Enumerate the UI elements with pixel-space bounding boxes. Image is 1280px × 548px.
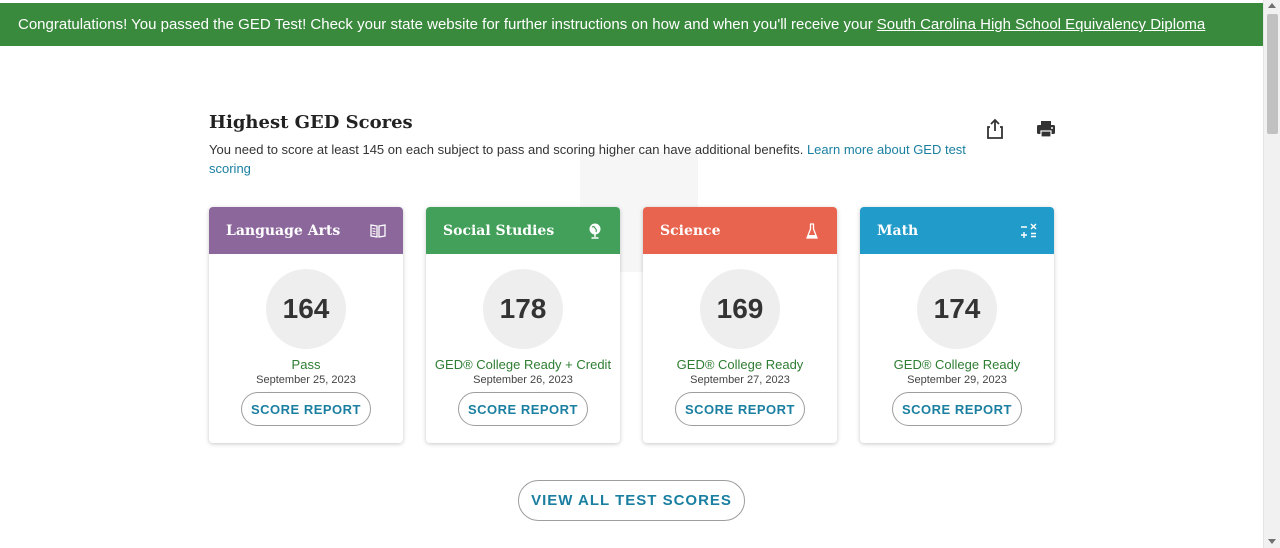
score-value: 164 (266, 269, 346, 349)
subject-title: Math (877, 222, 919, 239)
score-status: GED® College Ready (893, 357, 1021, 372)
test-date: September 27, 2023 (690, 374, 790, 386)
test-date: September 26, 2023 (473, 374, 573, 386)
section-title: Highest GED Scores (209, 112, 413, 133)
score-report-button[interactable]: SCORE REPORT (892, 392, 1022, 426)
score-report-button[interactable]: SCORE REPORT (458, 392, 588, 426)
card-header: Social Studies (426, 207, 620, 254)
score-card-social-studies: Social Studies 178 GED® College Ready + … (426, 207, 620, 443)
score-card-science: Science 169 GED® College Ready September… (643, 207, 837, 443)
section-description: You need to score at least 145 on each s… (209, 140, 999, 178)
score-status: Pass (291, 357, 321, 372)
banner-text: Congratulations! You passed the GED Test… (18, 16, 873, 33)
score-report-button[interactable]: SCORE REPORT (241, 392, 371, 426)
test-date: September 29, 2023 (907, 374, 1007, 386)
congratulations-banner: Congratulations! You passed the GED Test… (0, 3, 1263, 46)
test-date: September 25, 2023 (256, 374, 356, 386)
flask-icon (803, 222, 821, 240)
card-header: Math (860, 207, 1054, 254)
description-text: You need to score at least 145 on each s… (209, 142, 804, 157)
vertical-scrollbar[interactable] (1263, 0, 1280, 548)
scroll-up-arrow-icon[interactable] (1268, 3, 1276, 8)
score-card-language-arts: Language Arts 164 Pass September 25, 202… (209, 207, 403, 443)
calculator-icon (1020, 222, 1038, 240)
diploma-link[interactable]: South Carolina High School Equivalency D… (877, 16, 1206, 33)
card-header: Science (643, 207, 837, 254)
score-value: 178 (483, 269, 563, 349)
score-report-button[interactable]: SCORE REPORT (675, 392, 805, 426)
score-value: 169 (700, 269, 780, 349)
card-header: Language Arts (209, 207, 403, 254)
view-all-test-scores-button[interactable]: VIEW ALL TEST SCORES (518, 480, 745, 521)
share-icon[interactable] (985, 118, 1005, 140)
score-status: GED® College Ready (676, 357, 804, 372)
subject-title: Science (660, 222, 721, 239)
scroll-thumb[interactable] (1267, 14, 1278, 134)
subject-title: Social Studies (443, 222, 555, 239)
score-status: GED® College Ready + Credit (434, 357, 612, 372)
print-icon[interactable] (1035, 118, 1057, 140)
globe-icon (586, 222, 604, 240)
subject-title: Language Arts (226, 222, 341, 239)
score-value: 174 (917, 269, 997, 349)
score-card-math: Math 174 GED® College Ready September 29… (860, 207, 1054, 443)
book-icon (369, 222, 387, 240)
scroll-down-arrow-icon[interactable] (1268, 539, 1276, 544)
